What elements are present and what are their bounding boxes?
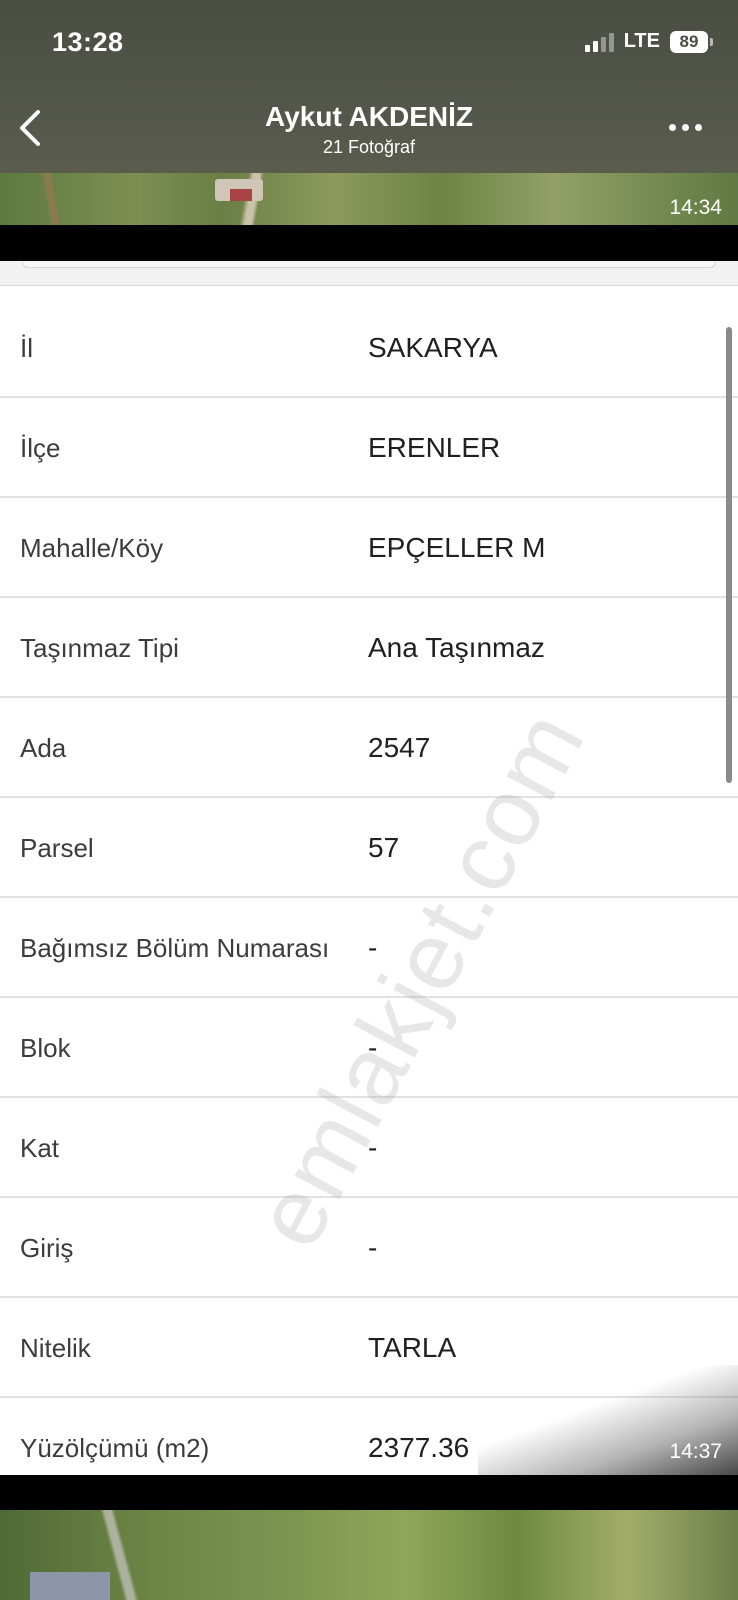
top-bar: 13:28 LTE 89 Aykut AKDENİZ 21 Fotoğraf: [0, 0, 738, 173]
detail-label: Taşınmaz Tipi: [20, 633, 179, 663]
detail-label: Nitelik: [20, 1333, 91, 1363]
detail-label: Mahalle/Köy: [20, 533, 164, 563]
detail-label: Ada: [20, 733, 67, 763]
scrollbar[interactable]: [726, 327, 732, 783]
detail-value: -: [368, 1032, 378, 1063]
detail-row-blok: Blok -: [0, 998, 738, 1098]
detail-row-giris: Giriş -: [0, 1198, 738, 1298]
battery-icon: 89: [670, 30, 713, 53]
details-list: İl SAKARYA İlçe ERENLER Mahalle/Köy EPÇE…: [0, 298, 738, 1475]
header-titles: Aykut AKDENİZ 21 Fotoğraf: [0, 101, 738, 158]
photo-count: 21 Fotoğraf: [322, 137, 416, 157]
more-options-icon[interactable]: [669, 124, 702, 131]
signal-icon: [584, 32, 614, 52]
detail-row-kat: Kat -: [0, 1098, 738, 1198]
property-details-card: İl SAKARYA İlçe ERENLER Mahalle/Köy EPÇE…: [0, 261, 738, 1475]
status-time: 13:28: [52, 27, 124, 57]
detail-label: Bağımsız Bölüm Numarası: [20, 933, 330, 963]
detail-value: SAKARYA: [368, 332, 498, 363]
aerial-photo-top[interactable]: [0, 173, 738, 225]
status-icons: LTE 89: [584, 30, 713, 53]
detail-value: -: [368, 1132, 378, 1163]
detail-value: 2547: [368, 732, 431, 763]
detail-value: EPÇELLER M: [368, 532, 546, 563]
detail-label: Blok: [20, 1033, 71, 1063]
detail-row-tasinmaz-tipi: Taşınmaz Tipi Ana Taşınmaz: [0, 598, 738, 698]
detail-row-ada: Ada 2547: [0, 698, 738, 798]
detail-value: Ana Taşınmaz: [368, 632, 545, 663]
divider-band: [0, 1475, 738, 1510]
detail-row-bagimsiz-bolum: Bağımsız Bölüm Numarası -: [0, 898, 738, 998]
detail-row-il: İl SAKARYA: [0, 298, 738, 398]
detail-label: İlçe: [20, 433, 61, 463]
photo-timestamp-top: 14:34: [669, 196, 722, 219]
detail-row-mahalle: Mahalle/Köy EPÇELLER M: [0, 498, 738, 598]
detail-label: Giriş: [20, 1233, 74, 1263]
detail-value: 57: [368, 832, 400, 863]
photo-timestamp-bottom: 14:37: [669, 1440, 722, 1463]
detail-value: -: [368, 1232, 378, 1263]
detail-label: Yüzölçümü (m2): [20, 1433, 210, 1463]
detail-row-ilce: İlçe ERENLER: [0, 398, 738, 498]
card-header: [0, 261, 738, 286]
detail-label: Kat: [20, 1133, 60, 1163]
detail-value: TARLA: [368, 1332, 457, 1363]
detail-value: -: [368, 932, 378, 963]
divider-band: [0, 225, 738, 261]
detail-label: Parsel: [20, 833, 94, 863]
network-type: LTE: [623, 30, 660, 52]
detail-value: ERENLER: [368, 432, 501, 463]
detail-row-parsel: Parsel 57: [0, 798, 738, 898]
page-title: Aykut AKDENİZ: [265, 101, 473, 132]
detail-label: İl: [20, 333, 33, 363]
aerial-photo-bottom[interactable]: [0, 1510, 738, 1600]
detail-value: 2377.36: [368, 1432, 470, 1463]
